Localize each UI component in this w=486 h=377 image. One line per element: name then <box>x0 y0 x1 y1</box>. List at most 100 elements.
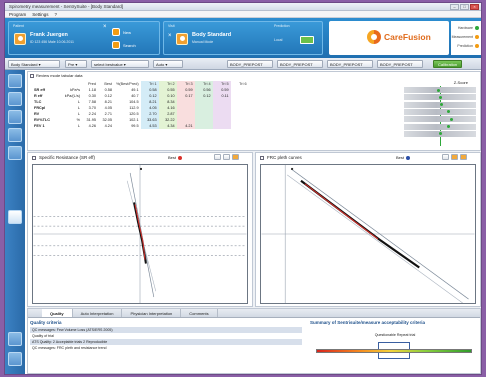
results-table-panel: Review mode tabular data Pred Best %(Bes… <box>27 71 481 151</box>
title-bar: Spirometry measurement - SentrySuite - [… <box>5 3 481 11</box>
mode-select[interactable]: Auto ▾ <box>153 60 183 68</box>
list-item[interactable]: QC messages: FRC pleth and resistance tr… <box>30 345 302 351</box>
toolbar: Body Standard ▾ Pre ▾ select bestvalue ▾… <box>5 58 481 70</box>
export-icon[interactable] <box>232 154 239 160</box>
visit-name: Body Standard <box>192 32 232 38</box>
zoom-icon[interactable] <box>214 154 221 160</box>
acceptability-summary: Summary of Sentrisuite/measure acceptabi… <box>310 320 478 373</box>
search-patient-button[interactable]: Search <box>112 41 136 49</box>
prediction-toggle[interactable] <box>300 36 314 44</box>
sidebar-active-icon[interactable] <box>8 210 22 224</box>
frc-pleth-best-legend: Best <box>396 155 411 160</box>
sr-eff-chart-panel: Specific Resistance (SR eff) Best <box>27 152 253 307</box>
status-prediction: Prediction <box>457 44 479 48</box>
menu-program[interactable]: Program <box>9 11 26 17</box>
sr-eff-best-legend: Best <box>168 155 183 160</box>
zscore-panel: Z-Score <box>404 80 476 146</box>
sr-eff-plot <box>32 164 248 304</box>
minimize-button[interactable]: – <box>450 4 459 10</box>
prediction-label: Prediction <box>274 24 290 28</box>
sr-eff-chart-title: Specific Resistance (SR eff) <box>32 155 95 160</box>
zscore-bar <box>404 116 476 123</box>
sidebar-report-icon[interactable] <box>8 128 22 142</box>
zscore-marker <box>438 95 442 99</box>
new-patient-button[interactable]: New <box>112 28 131 36</box>
sidebar-review-icon[interactable] <box>8 110 22 124</box>
body-prepost-button-2[interactable]: BODY_PREPOST <box>277 60 323 68</box>
tab-physician-interpretation[interactable]: Physician Interpretation <box>122 309 182 317</box>
calibration-button[interactable]: Calibration <box>433 60 463 68</box>
zscore-bar <box>404 87 476 93</box>
quality-criteria-heading: Quality criteria <box>30 320 62 325</box>
frc-pleth-checkbox[interactable] <box>260 155 264 160</box>
best-dot-icon <box>406 155 411 160</box>
window-controls: – □ × <box>450 4 479 10</box>
sr-eff-checkbox[interactable] <box>32 155 36 160</box>
export-icon[interactable] <box>460 154 467 160</box>
best-dot-icon <box>178 155 183 160</box>
menu-settings[interactable]: Settings <box>32 11 48 17</box>
menu-help[interactable]: ? <box>55 11 58 17</box>
carefusion-logo-icon <box>367 30 381 44</box>
warning-icon[interactable] <box>451 154 458 160</box>
frc-pleth-chart-title: FRC pleth curves <box>260 155 302 160</box>
visit-subtitle: Manual Mode <box>192 40 214 44</box>
table-row[interactable]: FEV 1 L 4.26 4.24 99.5 4.53 4.34 4.21 <box>32 123 249 129</box>
new-icon <box>112 28 120 36</box>
body-prepost-button-4[interactable]: BODY_PREPOST <box>377 60 423 68</box>
test-select[interactable]: Body Standard ▾ <box>8 60 60 68</box>
summary-title: Summary of Sentrisuite/measure acceptabi… <box>310 320 426 325</box>
zscore-bar <box>404 101 476 108</box>
patient-label: Patient <box>13 24 24 28</box>
body-prepost-button-1[interactable]: BODY_PREPOST <box>227 60 273 68</box>
zoom-select[interactable]: Pre ▾ <box>65 60 87 68</box>
header-bar: Patient Frank Juergen ID 123 456 Male 10… <box>5 18 481 58</box>
patient-subtitle: ID 123 456 Male 10.06.2011 <box>30 40 74 44</box>
close-button[interactable]: × <box>470 4 479 10</box>
sidebar-print-icon[interactable] <box>8 352 22 366</box>
zscore-title: Z-Score <box>453 80 468 85</box>
main-area: Review mode tabular data Pred Best %(Bes… <box>27 71 481 374</box>
brand-name: CareFusion <box>384 32 431 42</box>
summary-marker-label: Questionable Repeat trial <box>374 333 416 337</box>
table-title: Review mode tabular data <box>30 73 82 78</box>
zscore-marker <box>447 125 451 128</box>
sidebar-measure-icon[interactable] <box>8 92 22 106</box>
status-measurement: Measurement <box>452 35 479 39</box>
tab-quality[interactable]: Quality <box>42 309 73 317</box>
close-patient-icon[interactable]: × <box>103 24 107 30</box>
frc-pleth-chart-tools <box>442 154 467 160</box>
zscore-marker <box>437 88 441 92</box>
patient-avatar-icon <box>14 33 26 45</box>
acceptability-scale <box>316 349 472 353</box>
zscore-bar <box>404 130 476 137</box>
patient-panel[interactable]: Patient Frank Juergen ID 123 456 Male 10… <box>8 21 160 55</box>
settings-icon[interactable] <box>223 154 230 160</box>
quality-criteria: Quality criteria QC messages: Few Volume… <box>30 320 302 373</box>
search-icon <box>112 41 120 49</box>
curve-select[interactable]: select bestvalue ▾ <box>91 60 149 68</box>
sidebar-info-icon[interactable] <box>8 332 22 346</box>
zoom-icon[interactable] <box>442 154 449 160</box>
zscore-marker <box>450 117 454 121</box>
status-dot-icon <box>475 44 479 48</box>
app-window: Spirometry measurement - SentrySuite - [… <box>4 2 482 375</box>
zscore-marker <box>447 110 451 114</box>
status-dot-icon <box>475 26 479 30</box>
status-dot-icon <box>475 35 479 39</box>
quality-panel: Quality Auto Interpretation Physician In… <box>27 308 481 374</box>
sidebar-patient-icon[interactable] <box>8 74 22 88</box>
close-visit-icon[interactable]: × <box>168 33 172 39</box>
maximize-button[interactable]: □ <box>460 4 469 10</box>
review-mode-checkbox[interactable] <box>30 73 34 78</box>
tab-auto-interpretation[interactable]: Auto Interpretation <box>73 309 123 317</box>
visit-panel[interactable]: Visit × Body Standard Manual Mode Predic… <box>163 21 323 55</box>
body-prepost-button-3[interactable]: BODY_PREPOST <box>327 60 373 68</box>
sidebar-trend-icon[interactable] <box>8 146 22 160</box>
frc-pleth-plot <box>260 164 476 304</box>
patient-name: Frank Juergen <box>30 32 68 38</box>
brand-panel: CareFusion <box>329 21 449 55</box>
tab-comments[interactable]: Comments <box>181 309 218 317</box>
zscore-bar <box>404 108 476 115</box>
zscore-marker <box>438 132 442 136</box>
